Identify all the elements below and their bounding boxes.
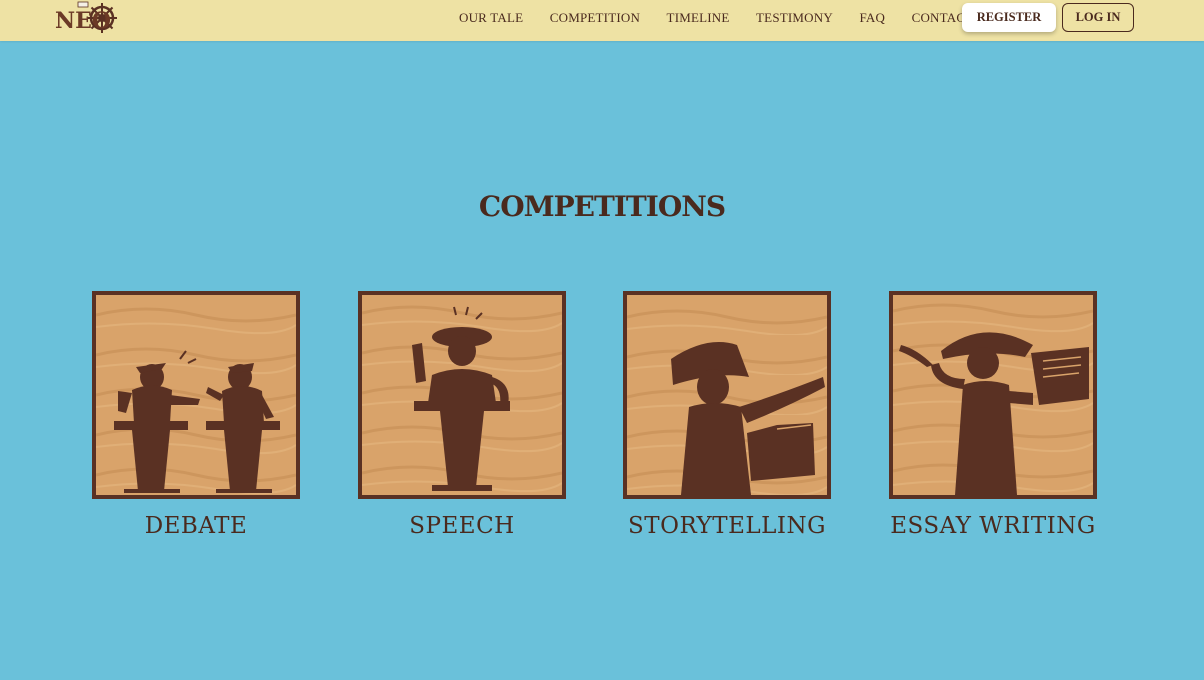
nav-link-our-tale[interactable]: OUR TALE [459, 10, 523, 26]
storytelling-illustration-icon [623, 291, 831, 499]
competition-label-debate: DEBATE [144, 513, 248, 539]
competition-card-storytelling[interactable]: STORYTELLING [623, 291, 831, 539]
competition-card-essay-writing[interactable]: ESSAY WRITING [889, 291, 1097, 539]
competition-card-debate[interactable]: DEBATE [92, 291, 300, 539]
nav-link-competition[interactable]: COMPETITION [550, 10, 640, 26]
speech-illustration-icon [358, 291, 566, 499]
debate-illustration-icon [92, 291, 300, 499]
logo-text: NEO [55, 8, 111, 34]
competition-label-storytelling: STORYTELLING [627, 513, 826, 539]
register-button[interactable]: REGISTER [962, 3, 1056, 32]
login-button[interactable]: LOG IN [1062, 3, 1134, 32]
nav-link-testimony[interactable]: TESTIMONY [756, 10, 833, 26]
competition-label-speech: SPEECH [409, 513, 515, 539]
nav-links: OUR TALE COMPETITION TIMELINE TESTIMONY … [446, 0, 1000, 36]
competition-label-essay-writing: ESSAY WRITING [890, 513, 1096, 539]
navbar: NEO OUR TALE COMPETITION TIMELINE TESTIM… [0, 0, 1204, 41]
nav-link-faq[interactable]: FAQ [859, 10, 885, 26]
neo-logo[interactable]: NEO [52, 0, 120, 36]
competition-card-speech[interactable]: SPEECH [358, 291, 566, 539]
essay-writing-illustration-icon [889, 291, 1097, 499]
competitions-title: COMPETITIONS [478, 190, 726, 223]
nav-link-timeline[interactable]: TIMELINE [667, 10, 730, 26]
